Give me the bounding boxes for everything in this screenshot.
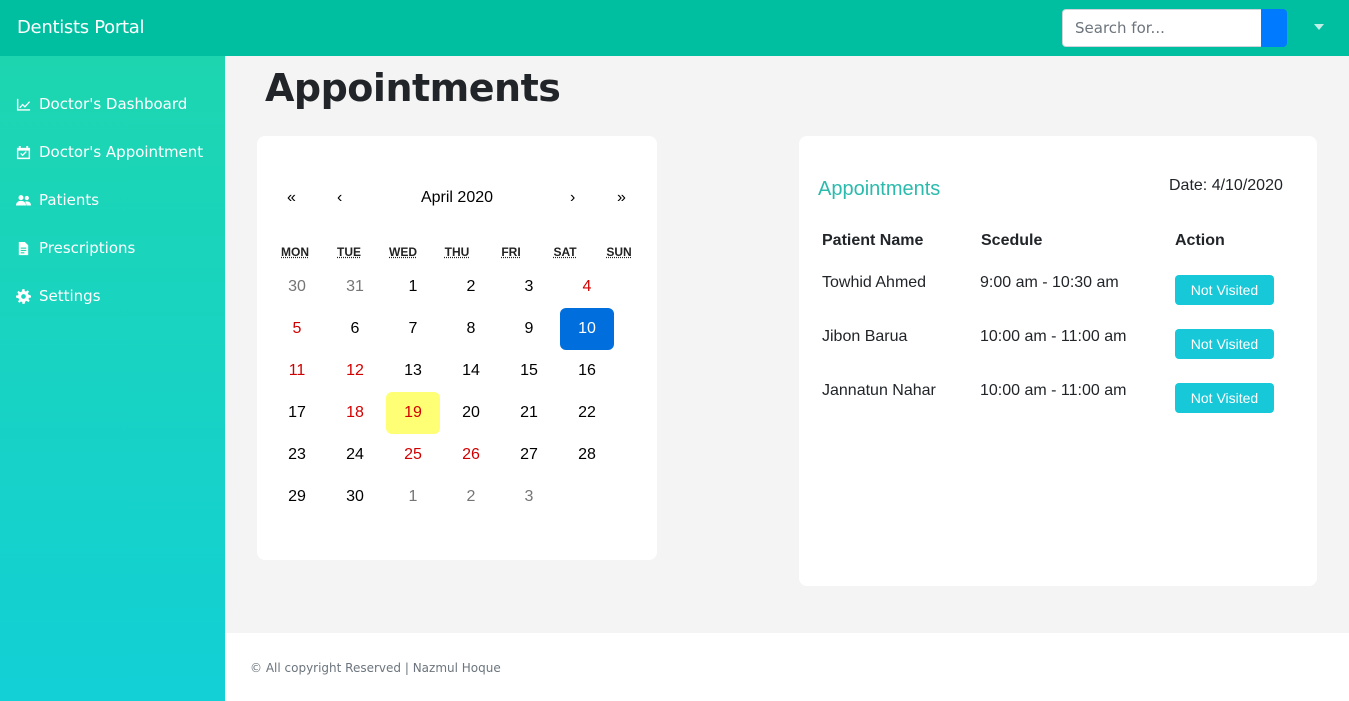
prev-month-button[interactable]: ‹ — [337, 189, 342, 207]
calendar-day[interactable]: 3 — [500, 266, 558, 308]
chart-line-icon — [16, 98, 31, 111]
patient-name-cell: Jannatun Nahar — [822, 382, 936, 399]
calendar-day[interactable]: 5 — [268, 308, 326, 350]
calendar-day[interactable]: 12 — [326, 350, 384, 392]
calendar-day[interactable]: 6 — [326, 308, 384, 350]
calendar-day[interactable]: 2 — [442, 266, 500, 308]
calendar-day[interactable]: 18 — [326, 392, 384, 434]
top-navbar: Dentists Portal — [0, 0, 1349, 56]
sidebar-item-label: Doctor's Appointment — [39, 143, 204, 161]
sidebar-item-label: Patients — [39, 191, 100, 209]
search-input[interactable] — [1062, 9, 1261, 47]
sidebar-item-label: Prescriptions — [39, 239, 136, 257]
calendar-day[interactable]: 2 — [442, 476, 500, 518]
schedule-cell: 10:00 am - 11:00 am — [980, 382, 1127, 399]
calendar-day[interactable]: 23 — [268, 434, 326, 476]
weekday-header: SAT — [553, 245, 577, 259]
calendar-day[interactable]: 30 — [268, 266, 326, 308]
calendar-day-selected[interactable]: 10 — [560, 308, 614, 350]
column-header-action: Action — [1175, 232, 1225, 249]
not-visited-button[interactable]: Not Visited — [1175, 275, 1274, 305]
column-header-patient-name: Patient Name — [822, 232, 924, 249]
patient-name-cell: Towhid Ahmed — [822, 274, 927, 291]
calendar-day[interactable]: 28 — [558, 434, 616, 476]
calendar-day[interactable]: 9 — [500, 308, 558, 350]
calendar-day[interactable]: 21 — [500, 392, 558, 434]
not-visited-button[interactable]: Not Visited — [1175, 383, 1274, 413]
sidebar-item-prescriptions[interactable]: Prescriptions — [16, 239, 135, 257]
sidebar: Doctor's Dashboard Doctor's Appointment … — [0, 56, 225, 701]
footer-copyright: © All copyright Reserved | Nazmul Hoque — [250, 661, 501, 675]
calendar-day[interactable]: 1 — [384, 476, 442, 518]
sidebar-item-settings[interactable]: Settings — [16, 287, 101, 305]
sidebar-item-label: Doctor's Dashboard — [39, 95, 188, 113]
page-title: Appointments — [265, 66, 561, 110]
sidebar-item-doctors-dashboard[interactable]: Doctor's Dashboard — [16, 95, 187, 113]
calendar-day[interactable]: 4 — [558, 266, 616, 308]
schedule-cell: 9:00 am - 10:30 am — [980, 274, 1119, 291]
calendar-day[interactable]: 14 — [442, 350, 500, 392]
calendar-check-icon — [16, 145, 31, 159]
calendar-day-today[interactable]: 19 — [386, 392, 440, 434]
footer: © All copyright Reserved | Nazmul Hoque — [225, 633, 1349, 701]
calendar-month-label[interactable]: April 2020 — [382, 189, 532, 207]
weekday-header: MON — [281, 245, 309, 259]
search-group — [1062, 9, 1287, 47]
calendar-day[interactable]: 15 — [500, 350, 558, 392]
weekday-header: THU — [444, 245, 470, 259]
calendar-day[interactable]: 7 — [384, 308, 442, 350]
appointments-card — [799, 136, 1317, 586]
calendar-day[interactable]: 13 — [384, 350, 442, 392]
file-icon — [18, 241, 29, 255]
next-month-button[interactable]: › — [570, 189, 575, 207]
calendar-day[interactable]: 24 — [326, 434, 384, 476]
column-header-schedule: Scedule — [981, 232, 1043, 249]
gear-icon — [16, 288, 31, 304]
next-year-button[interactable]: » — [617, 189, 626, 207]
patient-name-cell: Jibon Barua — [822, 328, 908, 345]
schedule-cell: 10:00 am - 11:00 am — [980, 328, 1127, 345]
calendar-day[interactable]: 17 — [268, 392, 326, 434]
search-button[interactable] — [1261, 9, 1287, 47]
calendar-day[interactable]: 30 — [326, 476, 384, 518]
not-visited-button[interactable]: Not Visited — [1175, 329, 1274, 359]
calendar-day[interactable]: 22 — [558, 392, 616, 434]
calendar-day[interactable]: 1 — [384, 266, 442, 308]
calendar-day[interactable]: 20 — [442, 392, 500, 434]
weekday-header: FRI — [501, 245, 521, 259]
sidebar-item-doctors-appointment[interactable]: Doctor's Appointment — [16, 143, 203, 161]
brand-title[interactable]: Dentists Portal — [17, 17, 144, 38]
appointments-date: Date: 4/10/2020 — [1169, 177, 1283, 194]
users-icon — [16, 194, 31, 205]
sidebar-item-label: Settings — [39, 287, 101, 305]
calendar-day[interactable]: 27 — [500, 434, 558, 476]
calendar-day[interactable]: 26 — [442, 434, 500, 476]
calendar-day[interactable]: 16 — [558, 350, 616, 392]
weekday-header: TUE — [337, 245, 361, 259]
weekday-header: WED — [389, 245, 417, 259]
calendar-day[interactable]: 3 — [500, 476, 558, 518]
calendar-day[interactable]: 8 — [442, 308, 500, 350]
user-dropdown-caret-icon[interactable] — [1314, 24, 1324, 30]
appointments-heading: Appointments — [818, 178, 941, 200]
calendar-day[interactable]: 29 — [268, 476, 326, 518]
calendar-day[interactable]: 11 — [268, 350, 326, 392]
calendar-day[interactable]: 25 — [384, 434, 442, 476]
prev-year-button[interactable]: « — [287, 189, 296, 207]
sidebar-item-patients[interactable]: Patients — [16, 191, 99, 209]
calendar-day[interactable]: 31 — [326, 266, 384, 308]
weekday-header: SUN — [606, 245, 632, 259]
